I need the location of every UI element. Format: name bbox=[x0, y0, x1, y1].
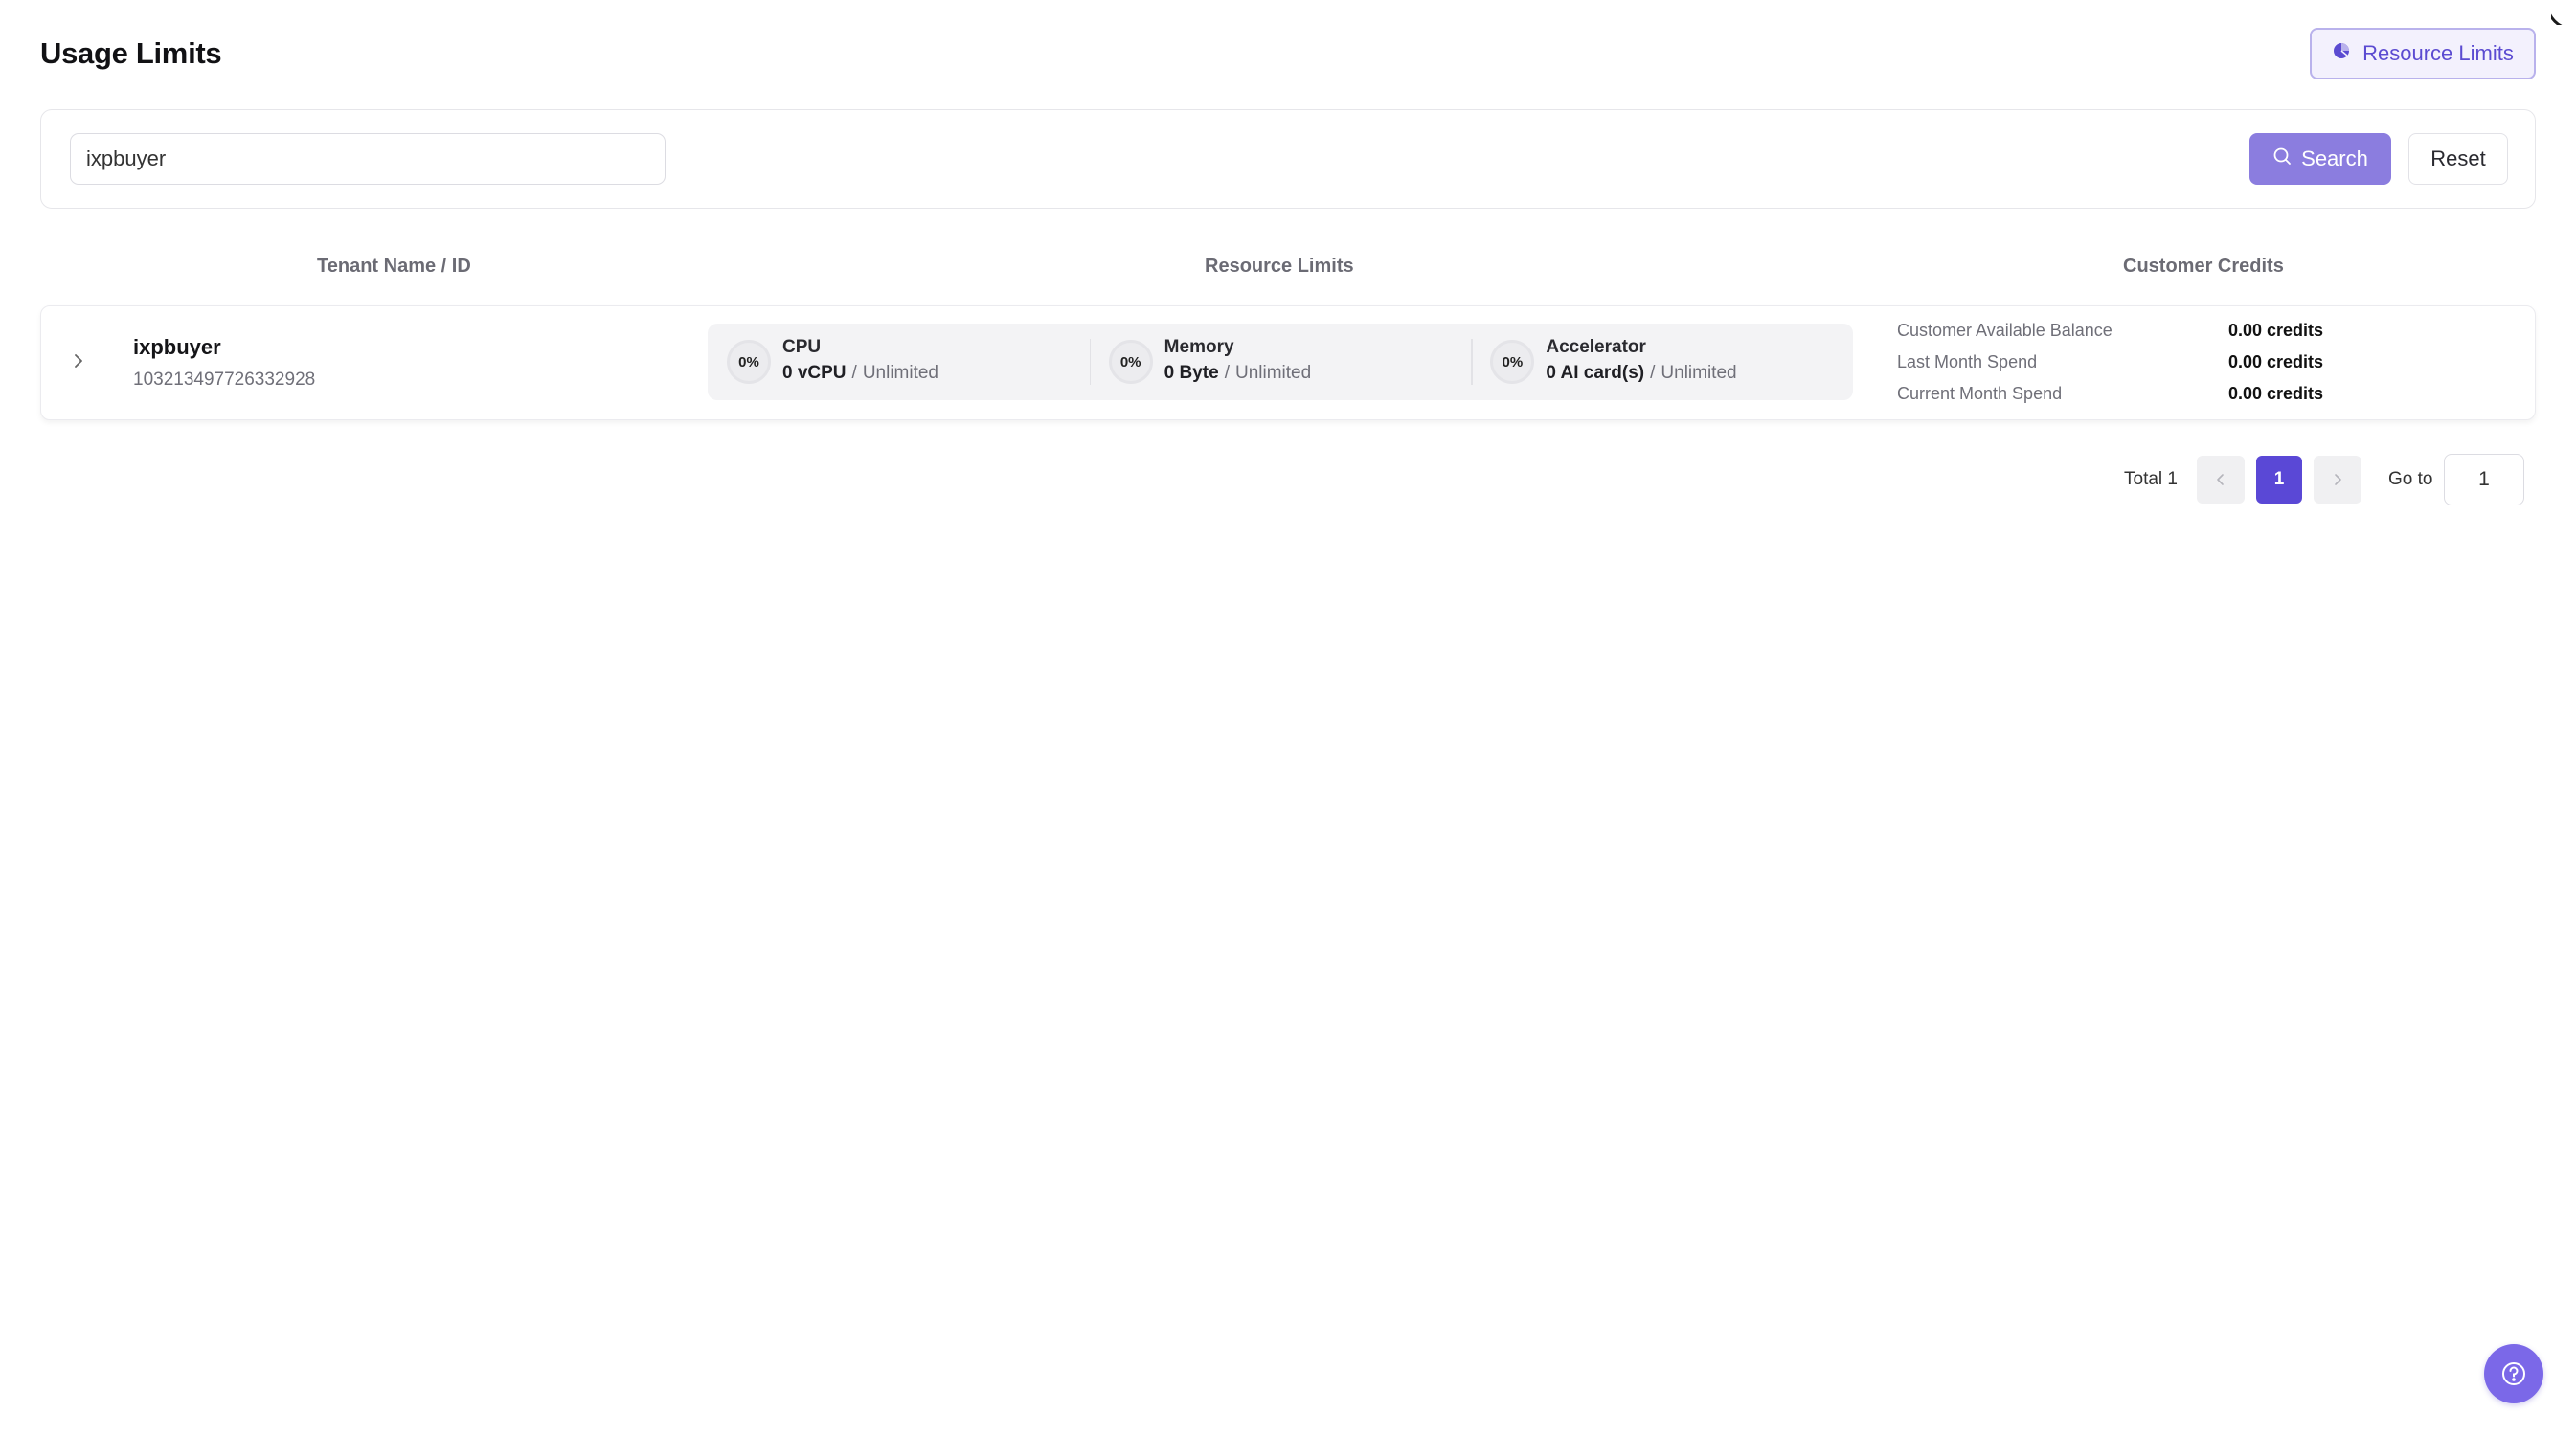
help-button[interactable] bbox=[2484, 1344, 2543, 1403]
usage-percent-ring: 0% bbox=[727, 340, 771, 384]
credit-label-last-month: Last Month Spend bbox=[1897, 352, 2038, 371]
page-number-button[interactable]: 1 bbox=[2256, 456, 2302, 504]
goto-page-input[interactable] bbox=[2444, 454, 2524, 505]
tenant-id: 103213497726332928 bbox=[133, 370, 316, 390]
column-header-tenant: Tenant Name / ID bbox=[317, 256, 471, 277]
chevron-right-icon[interactable] bbox=[68, 350, 89, 371]
resource-limits-button[interactable]: Resource Limits bbox=[2310, 28, 2536, 79]
chevron-right-icon bbox=[2335, 474, 2341, 485]
help-circle-icon bbox=[2502, 1362, 2525, 1385]
goto-label: Go to bbox=[2388, 469, 2433, 489]
resource-separator: / bbox=[1224, 363, 1230, 383]
pagination: Total 1 1 Go to bbox=[0, 454, 2576, 505]
window-corner bbox=[2551, 0, 2576, 25]
credit-label-current-month: Current Month Spend bbox=[1897, 384, 2063, 403]
page-title: Usage Limits bbox=[40, 36, 222, 70]
resource-name: Accelerator bbox=[1546, 337, 1646, 357]
resource-accelerator: 0% Accelerator 0 AI card(s) / Unlimited bbox=[1471, 324, 1853, 400]
credit-label-available-balance: Customer Available Balance bbox=[1897, 321, 2113, 340]
resource-cpu: 0% CPU 0 vCPU / Unlimited bbox=[708, 324, 1090, 400]
previous-page-button[interactable] bbox=[2197, 456, 2245, 504]
resource-limit: Unlimited bbox=[1661, 363, 1737, 383]
resource-limits-panel: 0% CPU 0 vCPU / Unlimited 0% Memory 0 Byte… bbox=[708, 324, 1853, 400]
resource-name: CPU bbox=[782, 337, 822, 357]
resource-used: 0 AI card(s) bbox=[1546, 363, 1645, 383]
search-button-label: Search bbox=[2301, 146, 2368, 170]
pagination-total: Total 1 bbox=[2124, 469, 2178, 489]
resource-name: Memory bbox=[1164, 337, 1234, 357]
tenant-name: ixpbuyer bbox=[133, 335, 221, 359]
resource-separator: / bbox=[1650, 363, 1656, 383]
search-icon bbox=[2272, 146, 2292, 171]
resource-limit: Unlimited bbox=[1234, 363, 1312, 383]
resource-used: 0 Byte bbox=[1164, 363, 1219, 383]
chevron-left-icon bbox=[2217, 474, 2224, 485]
credit-value-available-balance: 0.00 credits bbox=[2228, 321, 2324, 340]
reset-button[interactable]: Reset bbox=[2408, 133, 2508, 185]
search-panel: Search Reset bbox=[40, 109, 2536, 209]
resource-separator: / bbox=[851, 363, 857, 383]
usage-percent-ring: 0% bbox=[1490, 340, 1535, 384]
column-header-customer-credits: Customer Credits bbox=[2123, 256, 2284, 277]
resource-memory: 0% Memory 0 Byte / Unlimited bbox=[1089, 324, 1472, 400]
search-input[interactable] bbox=[70, 133, 666, 185]
credit-value-current-month: 0.00 credits bbox=[2228, 384, 2324, 403]
credit-value-last-month: 0.00 credits bbox=[2228, 352, 2324, 371]
resource-used: 0 vCPU bbox=[782, 363, 847, 383]
resource-limits-label: Resource Limits bbox=[2362, 41, 2514, 65]
search-button[interactable]: Search bbox=[2249, 133, 2391, 185]
resource-usage: 0 AI card(s) / Unlimited bbox=[1546, 363, 1736, 384]
table-row: ixpbuyer 103213497726332928 0% CPU 0 vCP… bbox=[40, 305, 2536, 420]
column-header-resource-limits: Resource Limits bbox=[1205, 256, 1354, 277]
next-page-button[interactable] bbox=[2314, 456, 2361, 504]
resource-limit: Unlimited bbox=[862, 363, 939, 383]
resource-usage: 0 Byte / Unlimited bbox=[1164, 363, 1312, 384]
pie-chart-icon bbox=[2332, 41, 2351, 66]
usage-percent-ring: 0% bbox=[1108, 340, 1153, 384]
resource-usage: 0 vCPU / Unlimited bbox=[782, 363, 938, 384]
